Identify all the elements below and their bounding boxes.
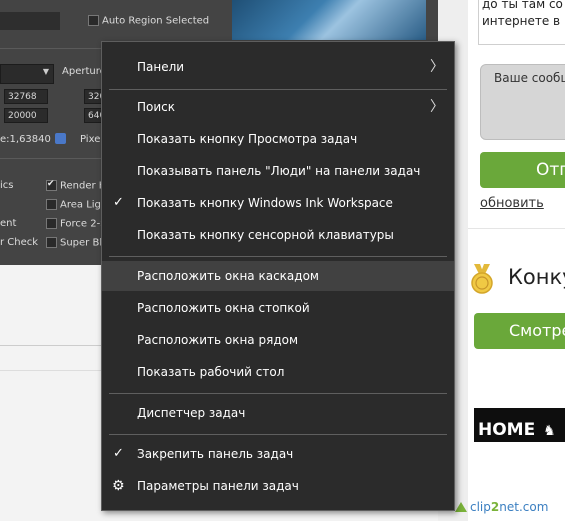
aperture-label: Aperture [62, 66, 106, 77]
checkbox-icon [88, 15, 99, 26]
menu-item-label: Показать кнопку Просмотра задач [137, 132, 358, 146]
menu-item-label: Поиск [137, 100, 176, 114]
lock-icon [55, 133, 66, 144]
checkbox-icon [46, 218, 57, 229]
deer-icon: ♞ [543, 423, 556, 439]
medal-icon [471, 264, 493, 294]
arrow-up-icon [455, 502, 467, 512]
contest-title: Конку [508, 265, 565, 289]
web-sidebar: до ты там со интернете в Ваше сообщ Отп … [438, 0, 565, 521]
checkbox-icon [46, 180, 57, 191]
menu-separator [109, 89, 447, 90]
chevron-right-icon: 〉 [430, 99, 444, 115]
menu-separator [109, 256, 447, 257]
menu-item-show-desktop[interactable]: Показать рабочий стол [102, 357, 454, 387]
message-input[interactable]: Ваше сообщ [480, 64, 565, 140]
option-label-partial: ics [0, 180, 14, 191]
gear-icon: ⚙ [112, 478, 125, 494]
home-banner[interactable]: HOME ♞ [474, 408, 565, 442]
image-aspect-value: e:1,63840 [0, 134, 51, 145]
menu-item-task-manager[interactable]: Диспетчер задач [102, 398, 454, 428]
watermark-logo: clip2net.com [455, 500, 548, 514]
chevron-right-icon: 〉 [430, 59, 444, 75]
notice-line: интернете в [482, 14, 561, 28]
menu-item-cascade[interactable]: Расположить окна каскадом [102, 261, 454, 291]
banner-text: HOME [478, 420, 536, 440]
checkbox-icon [46, 237, 57, 248]
option-label-partial: ent [0, 218, 17, 229]
checkmark-icon: ✓ [113, 446, 124, 461]
aspect-lock-button[interactable] [55, 133, 66, 145]
force-2sided-checkbox[interactable]: Force 2-Si [46, 218, 109, 230]
dropdown-partial[interactable] [0, 12, 60, 30]
watermark-part: clip [470, 500, 491, 514]
menu-item-touch-keyboard[interactable]: Показать кнопку сенсорной клавиатуры [102, 220, 454, 250]
menu-separator [109, 393, 447, 394]
menu-item-people[interactable]: Показывать панель "Люди" на панели задач [102, 156, 454, 186]
render-hidden-checkbox[interactable]: Render Hi [46, 180, 109, 192]
watch-button[interactable]: Смотре [474, 313, 565, 349]
watermark-part: 2 [490, 500, 500, 514]
menu-item-label: Закрепить панель задач [137, 447, 294, 461]
menu-item-lock-taskbar[interactable]: ✓ Закрепить панель задач [102, 439, 454, 469]
menu-item-side-by-side[interactable]: Расположить окна рядом [102, 325, 454, 355]
menu-item-label: Параметры панели задач [137, 479, 299, 493]
menu-item-label: Расположить окна рядом [137, 333, 299, 347]
menu-item-label: Расположить окна стопкой [137, 301, 310, 315]
taskbar-context-menu: Панели 〉 Поиск 〉 Показать кнопку Просмот… [101, 41, 455, 511]
message-placeholder: Ваше сообщ [494, 71, 565, 85]
checkbox-icon [46, 199, 57, 210]
height-field[interactable]: 20000 [4, 108, 48, 123]
menu-item-label: Показывать панель "Люди" на панели задач [137, 164, 421, 178]
menu-item-taskbar-settings[interactable]: ⚙ Параметры панели задач [102, 471, 454, 501]
preset-dropdown[interactable]: ▼ [0, 64, 54, 84]
pixel-aspect-label: Pixel [80, 134, 104, 145]
notice-text: до ты там со интернете в [482, 0, 565, 30]
menu-item-ink-workspace[interactable]: ✓ Показать кнопку Windows Ink Workspace [102, 188, 454, 218]
refresh-link[interactable]: обновить [480, 196, 544, 211]
send-button[interactable]: Отп [480, 152, 565, 188]
checkmark-icon: ✓ [113, 195, 124, 210]
menu-item-label: Показать рабочий стол [137, 365, 285, 379]
divider [468, 228, 565, 229]
auto-region-label: Auto Region Selected [102, 15, 210, 27]
menu-item-label: Панели [137, 60, 185, 74]
notice-line: до ты там со [482, 0, 563, 11]
viewport-thumbnail [232, 0, 426, 40]
menu-item-stacked[interactable]: Расположить окна стопкой [102, 293, 454, 323]
menu-item-task-view[interactable]: Показать кнопку Просмотра задач [102, 124, 454, 154]
menu-item-label: Диспетчер задач [137, 406, 246, 420]
chevron-down-icon: ▼ [42, 67, 49, 76]
width-field[interactable]: 32768 [4, 89, 48, 104]
auto-region-checkbox[interactable]: Auto Region Selected [88, 15, 209, 27]
menu-item-toolbars[interactable]: Панели 〉 [102, 52, 454, 82]
menu-item-label: Расположить окна каскадом [137, 269, 319, 283]
menu-item-search[interactable]: Поиск 〉 [102, 92, 454, 122]
watermark-part: net.com [499, 500, 549, 514]
option-label-partial: r Check [0, 237, 39, 248]
menu-item-label: Показать кнопку Windows Ink Workspace [137, 196, 393, 210]
menu-item-label: Показать кнопку сенсорной клавиатуры [137, 228, 394, 242]
menu-separator [109, 434, 447, 435]
